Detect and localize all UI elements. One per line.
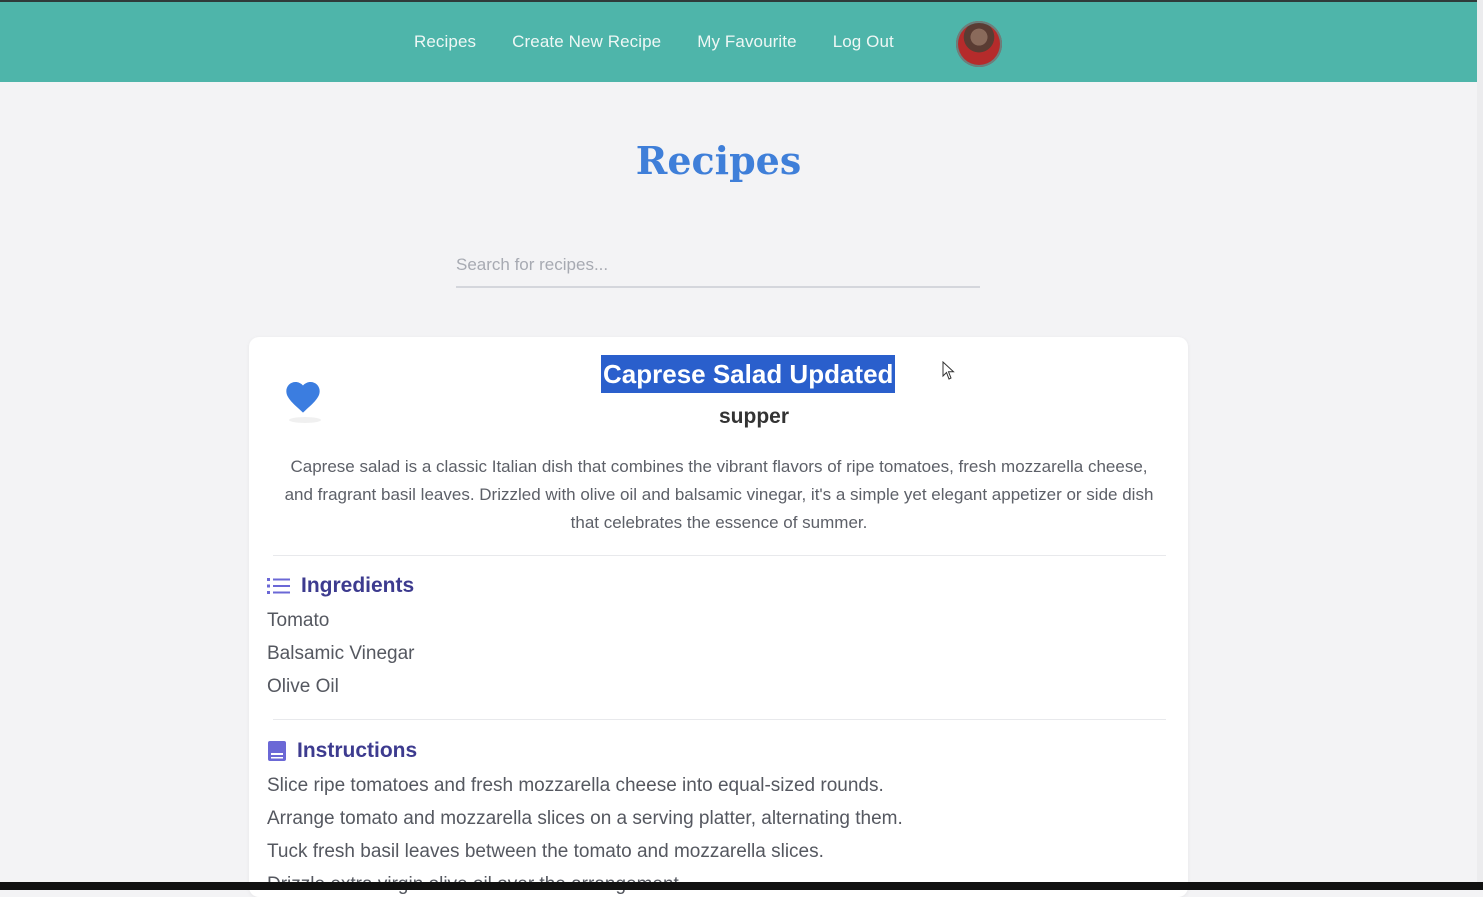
recipe-title: Caprese Salad Updated — [601, 355, 896, 393]
page-title: Recipes — [635, 138, 802, 183]
ingredients-heading: Ingredients — [267, 574, 414, 598]
instruction-step: Tuck fresh basil leaves between the toma… — [267, 841, 824, 862]
bottom-edge-bar — [0, 882, 1483, 890]
ingredients-label: Ingredients — [301, 574, 415, 597]
instruction-step: Arrange tomato and mozzarella slices on … — [267, 808, 903, 829]
divider — [273, 555, 1166, 556]
window-edge — [1477, 0, 1483, 890]
search-input[interactable] — [456, 244, 980, 288]
ingredient-item: Balsamic Vinegar — [267, 643, 415, 664]
ingredient-item: Tomato — [267, 610, 330, 631]
nav-links: Recipes Create New Recipe My Favourite L… — [414, 2, 930, 82]
recipe-category: supper — [718, 405, 789, 428]
recipe-card: Caprese Salad Updated supper Caprese sal… — [249, 337, 1188, 897]
instruction-step: Slice ripe tomatoes and fresh mozzarella… — [267, 775, 884, 796]
instructions-label: Instructions — [297, 739, 418, 762]
nav-recipes[interactable]: Recipes — [414, 32, 476, 52]
top-nav-bar: Recipes Create New Recipe My Favourite L… — [0, 0, 1483, 82]
list-icon — [267, 578, 290, 594]
book-icon — [268, 741, 286, 761]
divider — [273, 719, 1166, 720]
mouse-pointer-icon — [942, 361, 955, 380]
nav-create-new-recipe[interactable]: Create New Recipe — [512, 32, 661, 52]
user-avatar[interactable] — [956, 21, 1002, 67]
ingredient-item: Olive Oil — [267, 676, 339, 697]
nav-log-out[interactable]: Log Out — [833, 32, 894, 52]
recipe-description: Caprese salad is a classic Italian dish … — [284, 457, 1154, 532]
instructions-heading: Instructions — [267, 739, 417, 763]
nav-my-favourite[interactable]: My Favourite — [697, 32, 796, 52]
